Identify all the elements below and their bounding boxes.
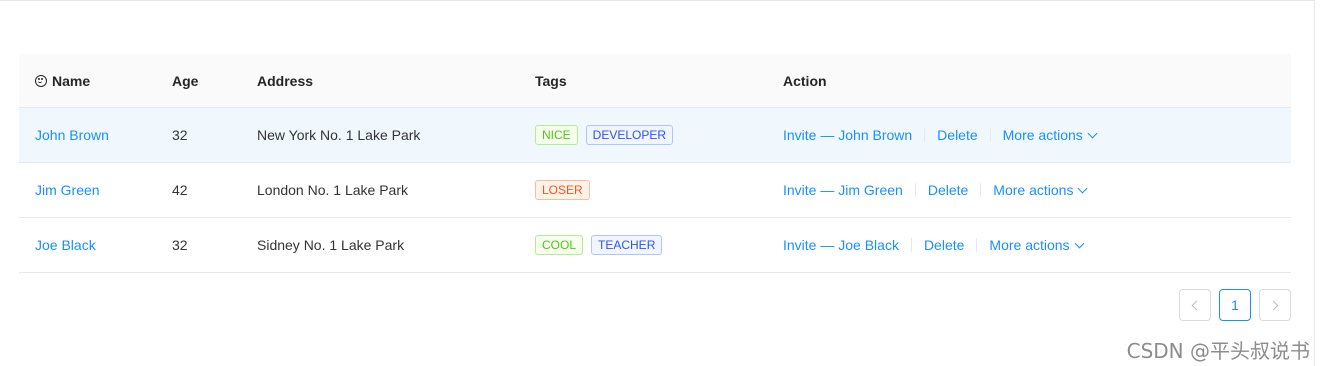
cell-age: 32 (172, 237, 188, 253)
chevron-left-icon (1191, 300, 1202, 310)
cell-name: Jim Green (19, 182, 172, 198)
tag-badge: COOL (535, 235, 584, 255)
cell-address: New York No. 1 Lake Park (257, 127, 421, 143)
cell-action: Invite — John Brown Delete More actions (783, 127, 1291, 143)
cell-name: Joe Black (19, 237, 172, 253)
divider (976, 238, 978, 252)
tag-badge: NICE (535, 125, 578, 145)
column-header-name[interactable]: Name (19, 73, 172, 89)
delete-link[interactable]: Delete (937, 127, 977, 143)
name-link[interactable]: John Brown (35, 127, 109, 143)
chevron-right-icon (1268, 300, 1279, 310)
name-link[interactable]: Joe Black (35, 237, 96, 253)
pagination: 1 (1179, 289, 1291, 321)
cell-tags: LOSER (535, 180, 783, 200)
tag-badge: DEVELOPER (585, 125, 674, 145)
delete-link[interactable]: Delete (924, 237, 964, 253)
more-actions-dropdown[interactable]: More actions (1002, 127, 1098, 143)
watermark: CSDN @平头叔说书 (1126, 339, 1310, 363)
more-actions-dropdown[interactable]: More actions (989, 237, 1085, 253)
chevron-down-icon (1087, 128, 1098, 138)
cell-tags: COOL TEACHER (535, 235, 783, 255)
more-actions-dropdown[interactable]: More actions (993, 182, 1088, 198)
invite-link[interactable]: Invite — Jim Green (783, 182, 903, 198)
more-actions-label: More actions (993, 182, 1074, 198)
more-actions-label: More actions (1002, 127, 1083, 143)
users-table: Name Age Address Tags Action John Brown 3… (19, 54, 1291, 273)
divider (980, 183, 982, 197)
tag-badge: LOSER (535, 180, 590, 200)
pagination-prev-button[interactable] (1179, 289, 1211, 321)
column-header-name-label: Name (52, 72, 91, 89)
more-actions-label: More actions (989, 237, 1070, 253)
pagination-next-button[interactable] (1259, 289, 1291, 321)
column-header-tags[interactable]: Tags (535, 73, 783, 89)
table-row: Joe Black 32 Sidney No. 1 Lake Park COOL TEA… (19, 218, 1291, 273)
name-link[interactable]: Jim Green (35, 182, 100, 198)
cell-address: Sidney No. 1 Lake Park (257, 237, 405, 253)
cell-age: 32 (172, 127, 188, 143)
divider (914, 183, 916, 197)
column-header-action[interactable]: Action (783, 73, 1291, 89)
divider (910, 238, 912, 252)
column-header-age[interactable]: Age (172, 73, 257, 89)
tag-badge: TEACHER (591, 235, 663, 255)
cell-address: London No. 1 Lake Park (257, 182, 408, 198)
cell-name: John Brown (19, 127, 172, 143)
table-header: Name Age Address Tags Action (19, 54, 1291, 108)
table-row: Jim Green 42 London No. 1 Lake Park LOSER In… (19, 163, 1291, 218)
divider (924, 128, 926, 142)
invite-link[interactable]: Invite — Joe Black (783, 237, 899, 253)
divider (989, 128, 991, 142)
table-body: John Brown 32 New York No. 1 Lake Park NICE… (19, 108, 1291, 273)
pagination-page-button[interactable]: 1 (1219, 289, 1251, 321)
cell-age: 42 (172, 182, 188, 198)
column-header-address[interactable]: Address (257, 73, 535, 89)
cell-action: Invite — Jim Green Delete More actions (783, 182, 1291, 198)
delete-link[interactable]: Delete (928, 182, 968, 198)
cell-tags: NICE DEVELOPER (535, 125, 783, 145)
table-row: John Brown 32 New York No. 1 Lake Park NICE… (19, 108, 1291, 163)
invite-link[interactable]: Invite — John Brown (783, 127, 912, 143)
cell-action: Invite — Joe Black Delete More actions (783, 237, 1291, 253)
chevron-down-icon (1078, 183, 1088, 193)
chevron-down-icon (1074, 238, 1085, 248)
smile-icon (35, 74, 47, 87)
